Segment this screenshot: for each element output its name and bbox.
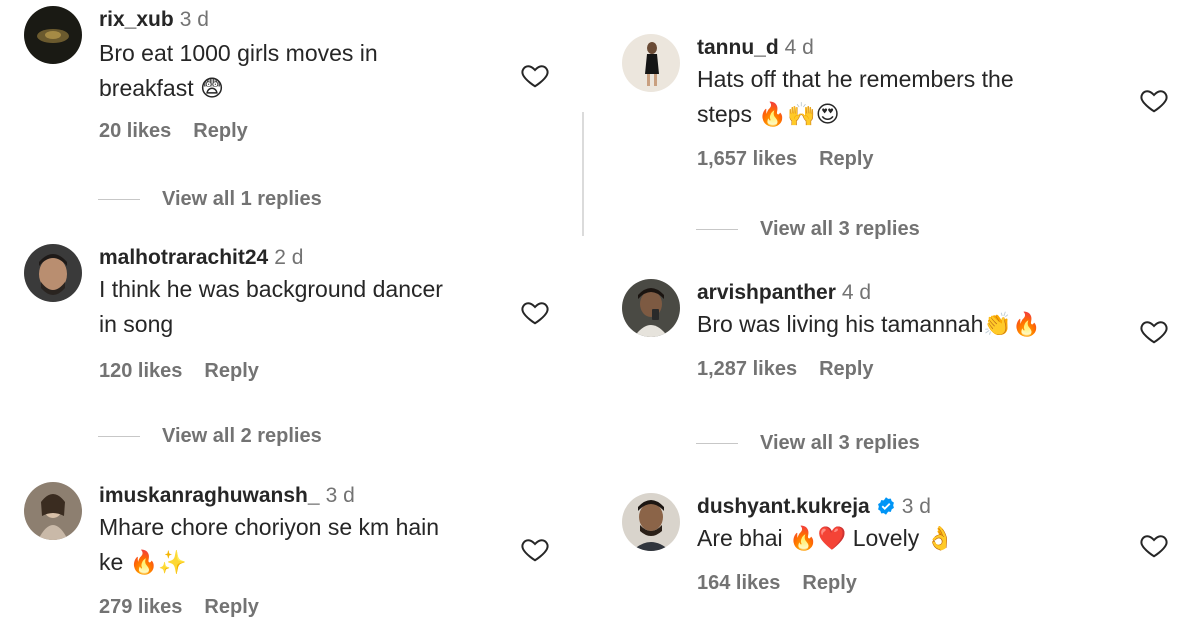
timestamp[interactable]: 2 d: [274, 246, 303, 269]
avatar[interactable]: [622, 279, 680, 337]
timestamp[interactable]: 3 d: [326, 484, 355, 507]
view-replies-button[interactable]: View all 3 replies: [696, 218, 920, 241]
comment-text-line: Bro was living his tamannah👏🔥: [697, 311, 1041, 337]
like-count[interactable]: 1,287 likes: [697, 358, 797, 380]
timestamp[interactable]: 4 d: [842, 281, 871, 304]
like-count[interactable]: 20 likes: [99, 120, 171, 142]
heart-icon[interactable]: [1139, 316, 1169, 346]
comment-text-line: breakfast 😨: [99, 75, 224, 101]
comment-text-line: in song: [99, 311, 174, 337]
like-count[interactable]: 1,657 likes: [697, 148, 797, 170]
left-comment-column: rix_xub 3 d Bro eat 1000 girls moves in b…: [0, 0, 582, 628]
username[interactable]: dushyant.kukreja: [697, 495, 870, 518]
view-replies-button[interactable]: View all 2 replies: [98, 425, 322, 448]
view-replies-label[interactable]: View all 3 replies: [760, 432, 920, 454]
replies-line: [696, 443, 738, 445]
heart-icon[interactable]: [520, 60, 550, 90]
username[interactable]: imuskanraghuwansh_: [99, 484, 320, 507]
timestamp[interactable]: 3 d: [902, 495, 931, 518]
view-replies-label[interactable]: View all 2 replies: [162, 425, 322, 447]
replies-line: [696, 229, 738, 231]
view-replies-button[interactable]: View all 1 replies: [98, 188, 322, 211]
timestamp[interactable]: 3 d: [180, 8, 209, 31]
avatar[interactable]: [24, 244, 82, 302]
comment-text-line: Bro eat 1000 girls moves in: [99, 40, 378, 66]
heart-icon[interactable]: [520, 297, 550, 327]
reply-button[interactable]: Reply: [204, 360, 258, 382]
verified-badge-icon: [877, 497, 894, 515]
view-replies-label[interactable]: View all 3 replies: [760, 218, 920, 240]
comment-text-line: steps 🔥🙌😍: [697, 101, 840, 127]
reply-button[interactable]: Reply: [819, 148, 873, 170]
column-divider: [582, 112, 584, 236]
reply-button[interactable]: Reply: [819, 358, 873, 380]
heart-icon[interactable]: [520, 534, 550, 564]
reply-button[interactable]: Reply: [204, 596, 258, 618]
heart-icon[interactable]: [1139, 85, 1169, 115]
comment-text-line: Are bhai 🔥❤️ Lovely 👌: [697, 525, 955, 551]
username[interactable]: arvishpanther: [697, 281, 836, 304]
avatar[interactable]: [24, 482, 82, 540]
view-replies-button[interactable]: View all 3 replies: [696, 432, 920, 455]
like-count[interactable]: 120 likes: [99, 360, 182, 382]
username[interactable]: malhotrarachit24: [99, 246, 268, 269]
reply-button[interactable]: Reply: [193, 120, 247, 142]
comment-text-line: Mhare chore choriyon se km hain: [99, 514, 440, 540]
right-comment-column: tannu_d 4 d Hats off that he remembers th…: [588, 0, 1200, 628]
view-replies-label[interactable]: View all 1 replies: [162, 188, 322, 210]
reply-button[interactable]: Reply: [802, 572, 856, 594]
username[interactable]: rix_xub: [99, 8, 174, 31]
timestamp[interactable]: 4 d: [785, 36, 814, 59]
comment-text-line: ke 🔥✨: [99, 549, 187, 575]
like-count[interactable]: 279 likes: [99, 596, 182, 618]
avatar[interactable]: [622, 493, 680, 551]
avatar[interactable]: [622, 34, 680, 92]
heart-icon[interactable]: [1139, 530, 1169, 560]
comment-text-line: Hats off that he remembers the: [697, 66, 1014, 92]
avatar[interactable]: [24, 6, 82, 64]
like-count[interactable]: 164 likes: [697, 572, 780, 594]
comment-text-line: I think he was background dancer: [99, 276, 443, 302]
replies-line: [98, 199, 140, 201]
username[interactable]: tannu_d: [697, 36, 779, 59]
replies-line: [98, 436, 140, 438]
